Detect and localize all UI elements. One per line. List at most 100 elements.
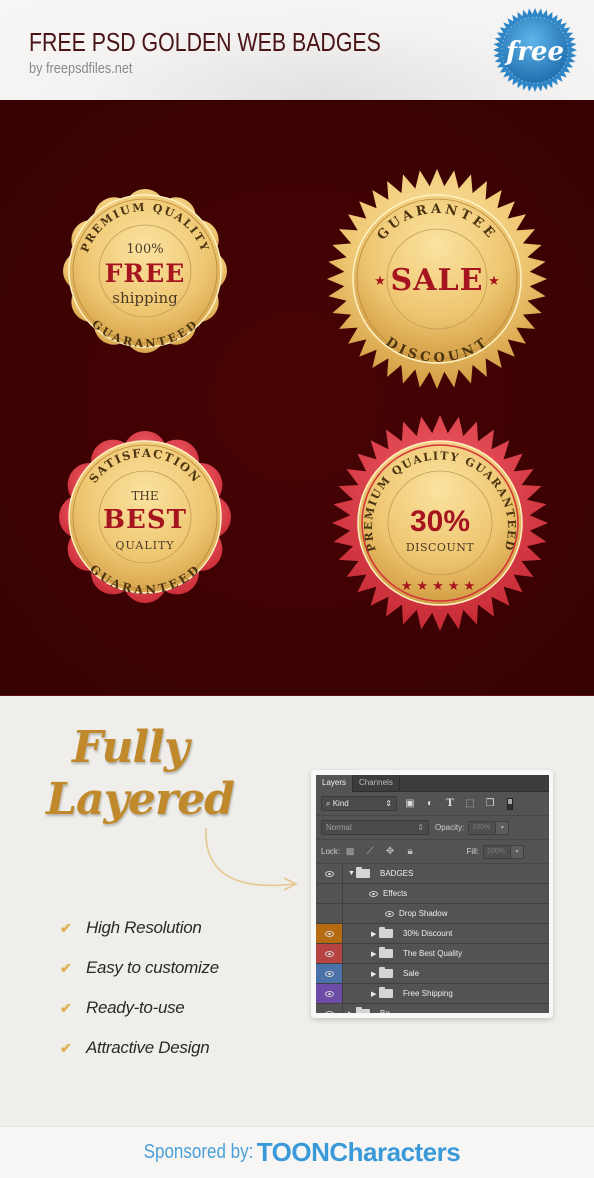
free-badge-label: free xyxy=(504,37,564,67)
feature-item: ✔ Attractive Design xyxy=(60,1028,219,1068)
image-filter-icon[interactable]: ▣ xyxy=(403,797,417,811)
headline-line1: Fully xyxy=(72,722,189,773)
visibility-toggle[interactable] xyxy=(316,944,343,963)
expand-triangle-icon[interactable]: ▶ xyxy=(348,1010,356,1014)
visibility-toggle[interactable] xyxy=(316,1004,343,1013)
byline[interactable]: by freepsdfiles.net xyxy=(29,60,132,77)
filter-kind-select[interactable]: ⌕ Kind ⇕ xyxy=(321,796,397,811)
eye-icon xyxy=(324,930,334,937)
smart-object-filter-icon[interactable]: ❐ xyxy=(483,797,497,811)
expand-triangle-icon[interactable]: ▶ xyxy=(371,950,379,958)
sponsor-label: Sponsored by: xyxy=(143,1141,254,1163)
layer-row[interactable]: ▶ 30% Discount xyxy=(316,924,549,944)
expand-triangle-icon[interactable]: ▶ xyxy=(371,970,379,978)
opacity-label: Opacity: xyxy=(435,823,465,832)
folder-icon xyxy=(379,947,393,958)
updown-icon: ⇕ xyxy=(385,799,392,808)
opacity-dropdown-icon[interactable]: ▾ xyxy=(496,820,510,835)
badge-main-text: 30% xyxy=(410,505,470,538)
lock-all-icon[interactable]: 🔒︎ xyxy=(403,845,417,859)
feature-list: ✔ High Resolution ✔ Easy to customize ✔ … xyxy=(60,908,219,1068)
star-left-icon: ★ xyxy=(374,273,386,288)
layer-name: Effects xyxy=(383,889,408,898)
visibility-toggle[interactable] xyxy=(316,964,343,983)
layer-name: Free Shipping xyxy=(403,989,453,998)
layers-panel-screenshot: Layers Channels ⌕ Kind ⇕ ▣ ◐ T ⬚ ❐ Norma… xyxy=(311,770,553,1018)
feature-text: Easy to customize xyxy=(86,958,219,977)
headline-line2: Layered xyxy=(46,774,235,825)
lock-label: Lock: xyxy=(321,847,341,856)
layer-row[interactable]: ▶ Free Shipping xyxy=(316,984,549,1004)
visibility-toggle[interactable] xyxy=(316,904,343,923)
layer-name: Bg xyxy=(380,1009,390,1013)
tab-layers[interactable]: Layers xyxy=(316,775,354,792)
filter-row: ⌕ Kind ⇕ ▣ ◐ T ⬚ ❐ xyxy=(316,792,549,816)
tab-channels[interactable]: Channels xyxy=(353,775,400,792)
visibility-toggle[interactable] xyxy=(316,984,343,1003)
layer-name: Sale xyxy=(403,969,420,978)
check-icon: ✔ xyxy=(60,919,72,936)
feature-text: Attractive Design xyxy=(86,1038,210,1057)
header: FREE PSD GOLDEN WEB BADGES by freepsdfil… xyxy=(0,0,594,100)
feature-text: Ready-to-use xyxy=(86,998,185,1017)
layer-row[interactable]: ▶ The Best Quality xyxy=(316,944,549,964)
check-icon: ✔ xyxy=(60,999,72,1016)
page-title: FREE PSD GOLDEN WEB BADGES xyxy=(29,27,381,57)
blend-mode-value: Normal xyxy=(326,823,352,832)
lock-transparency-icon[interactable]: ▩ xyxy=(343,845,357,859)
features-section: Fully Layered ✔ High Resolution ✔ Easy t… xyxy=(0,696,594,1126)
layer-row[interactable]: Drop Shadow xyxy=(316,904,549,924)
visibility-toggle[interactable] xyxy=(316,864,343,883)
layer-row[interactable]: ▶ Bg xyxy=(316,1004,549,1013)
layer-row[interactable]: ▼ BADGES xyxy=(316,864,549,884)
collapse-triangle-icon[interactable]: ▼ xyxy=(348,870,356,877)
layer-row[interactable]: Effects xyxy=(316,884,549,904)
adjustment-filter-icon[interactable]: ◐ xyxy=(423,797,437,811)
filter-toggle-icon[interactable] xyxy=(503,797,517,811)
eye-icon xyxy=(324,970,334,977)
layers-panel: Layers Channels ⌕ Kind ⇕ ▣ ◐ T ⬚ ❐ Norma… xyxy=(316,775,549,1013)
sponsor-brand-logo[interactable]: TOONCharacters xyxy=(257,1137,461,1168)
opacity-field[interactable]: 100% xyxy=(468,820,497,835)
badge-line1: 100% xyxy=(126,242,163,257)
fill-label: Fill: xyxy=(466,847,479,856)
effect-eye-icon[interactable] xyxy=(369,890,378,897)
folder-icon xyxy=(379,987,393,998)
updown-icon: ⇕ xyxy=(417,823,424,832)
blend-mode-select[interactable]: Normal ⇕ xyxy=(321,820,429,835)
check-icon: ✔ xyxy=(60,1039,72,1056)
search-icon: ⌕ xyxy=(326,798,331,808)
lock-position-icon[interactable]: ✥ xyxy=(383,845,397,859)
badge-showcase: PREMIUM QUALITY GUARANTEED 100% FREE shi… xyxy=(0,100,594,696)
badge-main-text: FREE xyxy=(105,259,186,288)
visibility-toggle[interactable] xyxy=(316,884,343,903)
folder-icon xyxy=(379,967,393,978)
fill-field[interactable]: 100% xyxy=(483,844,511,859)
badge-sale: GUARANTEE DISCOUNT ★ ★ SALE xyxy=(327,169,547,389)
effect-eye-icon[interactable] xyxy=(385,910,394,917)
feature-item: ✔ Easy to customize xyxy=(60,948,219,988)
expand-triangle-icon[interactable]: ▶ xyxy=(371,930,379,938)
layer-list: ▼ BADGES Effects Drop Shadow ▶ 30% Discount ▶ T… xyxy=(316,864,549,1013)
badge-line2: QUALITY xyxy=(115,539,174,552)
feature-text: High Resolution xyxy=(86,918,202,937)
eye-icon xyxy=(324,950,334,957)
badge-line2: shipping xyxy=(112,289,178,307)
layer-name: BADGES xyxy=(380,869,414,878)
visibility-toggle[interactable] xyxy=(316,924,343,943)
fill-dropdown-icon[interactable]: ▾ xyxy=(511,844,524,859)
layer-name: Drop Shadow xyxy=(399,909,448,918)
shape-filter-icon[interactable]: ⬚ xyxy=(463,797,477,811)
type-filter-icon[interactable]: T xyxy=(443,797,457,811)
eye-icon xyxy=(324,990,334,997)
layer-row[interactable]: ▶ Sale xyxy=(316,964,549,984)
expand-triangle-icon[interactable]: ▶ xyxy=(371,990,379,998)
badge-best-quality: SATISFACTION GUARANTEED THE BEST QUALITY xyxy=(45,411,245,623)
badge-free-shipping: PREMIUM QUALITY GUARANTEED 100% FREE shi… xyxy=(45,171,245,371)
lock-pixels-brush-icon[interactable]: ⟋ xyxy=(363,845,377,859)
blend-row: Normal ⇕ Opacity: 100% ▾ xyxy=(316,816,549,840)
layer-name: 30% Discount xyxy=(403,929,453,938)
folder-icon xyxy=(379,927,393,938)
eye-icon xyxy=(324,870,334,877)
sponsor-footer: Sponsored by: TOONCharacters xyxy=(0,1126,594,1178)
